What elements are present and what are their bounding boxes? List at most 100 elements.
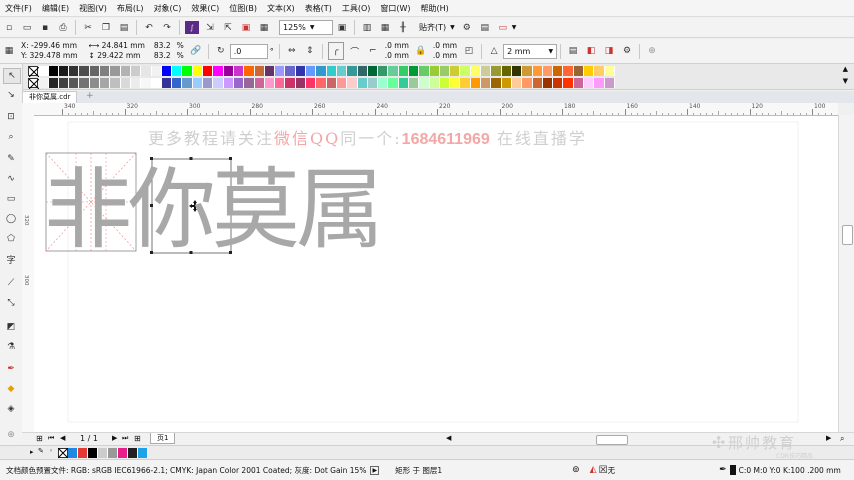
color-swatch[interactable] (120, 78, 131, 88)
last-page-icon[interactable]: ⏭ (122, 434, 128, 443)
color-swatch[interactable] (213, 78, 224, 88)
color-swatch[interactable] (532, 66, 543, 76)
interactive-fill-icon[interactable]: ◆ (3, 382, 19, 396)
color-swatch[interactable] (58, 78, 70, 88)
new-document-icon[interactable]: ▫ (2, 20, 16, 36)
color-swatch[interactable] (244, 78, 255, 88)
ellipse-tool-icon[interactable]: ◯ (3, 212, 19, 226)
menu-object[interactable]: 对象(C) (149, 0, 187, 17)
color-swatch[interactable] (285, 78, 296, 88)
polygon-tool-icon[interactable]: ⬠ (3, 232, 19, 246)
color-swatch[interactable] (79, 66, 90, 76)
add-tool-icon[interactable]: ⊕ (3, 428, 19, 442)
scale-x-field[interactable]: 83.2 (154, 41, 171, 51)
connector-tool-icon[interactable]: ⤡ (3, 296, 19, 310)
color-swatch[interactable] (522, 66, 533, 76)
color-swatch[interactable] (604, 66, 615, 76)
color-swatch[interactable] (408, 78, 420, 88)
color-swatch[interactable] (584, 66, 595, 76)
color-swatch[interactable] (573, 78, 585, 88)
color-swatch[interactable] (481, 78, 492, 88)
chevron-down-icon[interactable]: ▼ (512, 24, 517, 31)
color-swatch[interactable] (172, 66, 183, 76)
color-swatch[interactable] (419, 78, 430, 88)
horizontal-scroll-thumb[interactable] (596, 435, 628, 445)
color-swatch[interactable] (450, 66, 461, 76)
scroll-left-icon[interactable]: ◀ (446, 434, 451, 442)
publish-pdf-icon[interactable]: ▣ (239, 20, 253, 36)
color-swatch[interactable] (108, 448, 118, 458)
menu-edit[interactable]: 编辑(E) (37, 0, 74, 17)
object-origin-icon[interactable]: ▦ (2, 43, 16, 59)
color-swatch[interactable] (48, 78, 59, 88)
color-swatch[interactable] (553, 78, 564, 88)
doc-palette-arrow-icon[interactable]: ▸ (30, 448, 34, 456)
open-folder-icon[interactable]: ▭ (20, 20, 34, 36)
outline-width-combo[interactable]: 2 mm ▼ (503, 43, 558, 59)
chamfer-corner-icon[interactable]: ⌐ (366, 43, 380, 59)
show-rulers-icon[interactable]: ▥ (360, 20, 374, 36)
search-content-icon[interactable]: ∫ (185, 21, 199, 34)
page-options-icon[interactable]: ⊞ (36, 434, 43, 443)
relative-corner-scale-icon[interactable]: ◰ (462, 43, 476, 59)
color-swatch[interactable] (295, 78, 307, 88)
menu-layout[interactable]: 布局(L) (112, 0, 149, 17)
color-profile-info[interactable]: 文档颜色预置文件: RGB: sRGB IEC61966-2.1; CMYK: … (6, 465, 366, 476)
doc-palette-options-icon[interactable]: ◦ (49, 447, 53, 455)
mirror-horizontal-icon[interactable]: ⇔ (285, 43, 299, 59)
color-swatch[interactable] (553, 66, 564, 76)
application-launcher-icon[interactable]: ▭ (496, 20, 510, 36)
print-icon[interactable]: ⎙ (56, 20, 70, 36)
color-swatch[interactable] (481, 66, 492, 76)
color-swatch[interactable] (594, 66, 605, 76)
export-icon[interactable]: ⇱ (221, 20, 235, 36)
zoom-navigator-icon[interactable]: ⌕ (840, 434, 844, 444)
freehand-tool-icon[interactable]: ✎ (3, 152, 19, 166)
copy-icon[interactable]: ❐ (99, 20, 113, 36)
color-swatch[interactable] (110, 66, 121, 76)
menu-help[interactable]: 帮助(H) (416, 0, 454, 17)
color-swatch[interactable] (439, 66, 451, 76)
color-swatch[interactable] (161, 78, 173, 88)
new-tab-icon[interactable]: + (86, 91, 94, 101)
color-swatch[interactable] (89, 66, 101, 76)
color-swatch[interactable] (48, 66, 59, 76)
color-swatch[interactable] (100, 66, 111, 76)
color-swatch[interactable] (120, 66, 131, 76)
color-swatch[interactable] (378, 78, 389, 88)
transparency-icon[interactable]: ⚗ (3, 340, 19, 354)
smart-fill-icon[interactable]: ◈ (3, 402, 19, 416)
zoom-tool-icon[interactable]: ⌕ (3, 130, 19, 144)
convert-to-curves-icon[interactable]: ⚙ (620, 43, 634, 59)
artistic-media-icon[interactable]: ∿ (3, 172, 19, 186)
color-swatch[interactable] (542, 78, 554, 88)
color-swatch[interactable] (78, 448, 88, 458)
color-swatch[interactable] (203, 66, 214, 76)
color-swatch[interactable] (336, 66, 348, 76)
big-title-text[interactable]: 非你莫属 (44, 160, 384, 260)
color-swatch[interactable] (419, 66, 430, 76)
color-swatch[interactable] (182, 66, 193, 76)
color-swatch[interactable] (367, 78, 379, 88)
color-swatch[interactable] (542, 66, 554, 76)
rectangle-tool-icon[interactable]: ▭ (3, 192, 19, 206)
paste-icon[interactable]: ▤ (117, 20, 131, 36)
color-swatch[interactable] (429, 78, 440, 88)
menu-tools[interactable]: 工具(O) (337, 0, 376, 17)
color-swatch[interactable] (501, 66, 512, 76)
drop-shadow-icon[interactable]: ◩ (3, 320, 19, 334)
color-swatch[interactable] (79, 78, 90, 88)
color-swatch[interactable] (532, 78, 543, 88)
options-icon[interactable]: ⚙ (460, 20, 474, 36)
show-grid-icon[interactable]: ▦ (378, 20, 392, 36)
color-swatch[interactable] (69, 66, 80, 76)
page-tab[interactable]: 页1 (150, 433, 176, 444)
color-swatch[interactable] (110, 78, 121, 88)
color-swatch[interactable] (88, 448, 98, 458)
next-page-icon[interactable]: ▶ (112, 434, 117, 442)
color-swatch[interactable] (563, 78, 574, 88)
horizontal-ruler[interactable]: 340 320 300 280 260 240 220 200 180 160 140 120 100 (22, 103, 838, 116)
round-corner-icon[interactable]: ╭ (327, 42, 344, 60)
color-swatch[interactable] (295, 66, 307, 76)
color-swatch[interactable] (347, 66, 358, 76)
